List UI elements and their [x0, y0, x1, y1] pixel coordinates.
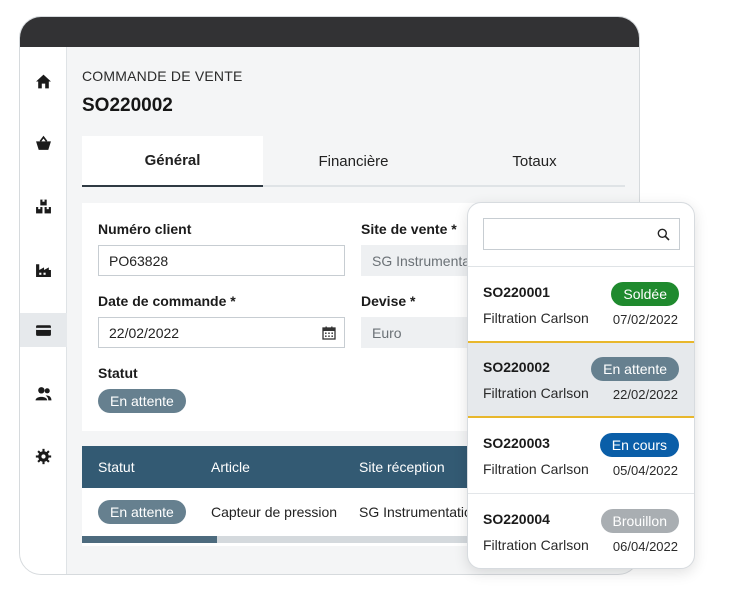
basket-icon: [36, 135, 51, 150]
order-date-input[interactable]: 22/02/2022: [98, 317, 345, 348]
sidebar-item-settings[interactable]: [20, 439, 67, 473]
users-icon: [35, 386, 52, 400]
status-badge: En attente: [591, 357, 679, 381]
list-item-selected[interactable]: SO220002 En attente Filtration Carlson 2…: [468, 341, 694, 418]
order-id: SO220002: [483, 359, 550, 375]
customer-number-value: PO63828: [109, 252, 169, 269]
tab-general[interactable]: Général: [82, 136, 263, 187]
status-badge: En attente: [98, 389, 186, 413]
list-item[interactable]: SO220003 En cours Filtration Carlson 05/…: [468, 418, 694, 494]
order-date-label: Date de commande *: [98, 293, 236, 309]
search-icon[interactable]: [657, 228, 670, 241]
search-input[interactable]: [483, 218, 680, 250]
tab-financial[interactable]: Financière: [263, 136, 444, 187]
sidebar: [20, 47, 67, 574]
sidebar-item-stock[interactable]: [20, 189, 67, 223]
home-icon: [36, 74, 51, 88]
page-title: SO220002: [82, 95, 173, 116]
currency-label: Devise *: [361, 293, 416, 309]
order-date: 06/04/2022: [612, 539, 678, 554]
order-date: 05/04/2022: [612, 463, 678, 478]
customer-name: Filtration Carlson: [483, 385, 589, 401]
column-header-status[interactable]: Statut: [98, 459, 135, 475]
sidebar-item-finance[interactable]: [20, 313, 67, 347]
currency-value: Euro: [372, 324, 402, 341]
sidebar-item-people[interactable]: [20, 376, 67, 410]
row-article: Capteur de pression: [211, 504, 338, 520]
order-lookup-panel: SO220001 Soldée Filtration Carlson 07/02…: [467, 202, 695, 569]
tab-totals[interactable]: Totaux: [444, 136, 625, 187]
column-header-article[interactable]: Article: [211, 459, 250, 475]
order-id: SO220004: [483, 511, 550, 527]
order-id: SO220003: [483, 435, 550, 451]
status-badge: Soldée: [611, 282, 679, 306]
row-status-badge: En attente: [98, 500, 186, 524]
customer-number-input[interactable]: PO63828: [98, 245, 345, 276]
customer-number-label: Numéro client: [98, 221, 192, 237]
calendar-icon[interactable]: [322, 326, 336, 340]
page-eyebrow: COMMANDE DE VENTE: [82, 68, 243, 84]
row-site: SG Instrumentation: [359, 504, 480, 520]
sidebar-item-manufacturing[interactable]: [20, 252, 67, 286]
status-badge: En cours: [599, 433, 679, 457]
order-date: 22/02/2022: [612, 387, 678, 402]
factory-icon: [36, 263, 51, 277]
top-bar: [20, 17, 639, 47]
order-id: SO220001: [483, 284, 550, 300]
customer-name: Filtration Carlson: [483, 537, 589, 553]
tab-bar: Général Financière Totaux: [82, 136, 625, 187]
customer-name: Filtration Carlson: [483, 310, 589, 326]
sales-site-label: Site de vente *: [361, 221, 457, 237]
customer-name: Filtration Carlson: [483, 461, 589, 477]
status-badge: Brouillon: [600, 509, 679, 533]
order-date-value: 22/02/2022: [109, 324, 180, 341]
list-item[interactable]: SO220001 Soldée Filtration Carlson 07/02…: [468, 267, 694, 343]
sidebar-item-home[interactable]: [20, 64, 67, 98]
boxes-icon: [36, 199, 51, 213]
sidebar-item-sales[interactable]: [20, 126, 67, 160]
list-item[interactable]: SO220004 Brouillon Filtration Carlson 06…: [468, 494, 694, 568]
status-label: Statut: [98, 365, 138, 381]
column-header-site[interactable]: Site réception: [359, 459, 445, 475]
gear-icon: [35, 448, 52, 464]
scrollbar-thumb[interactable]: [82, 536, 217, 543]
order-date: 07/02/2022: [612, 312, 678, 327]
credit-card-icon: [36, 324, 51, 336]
